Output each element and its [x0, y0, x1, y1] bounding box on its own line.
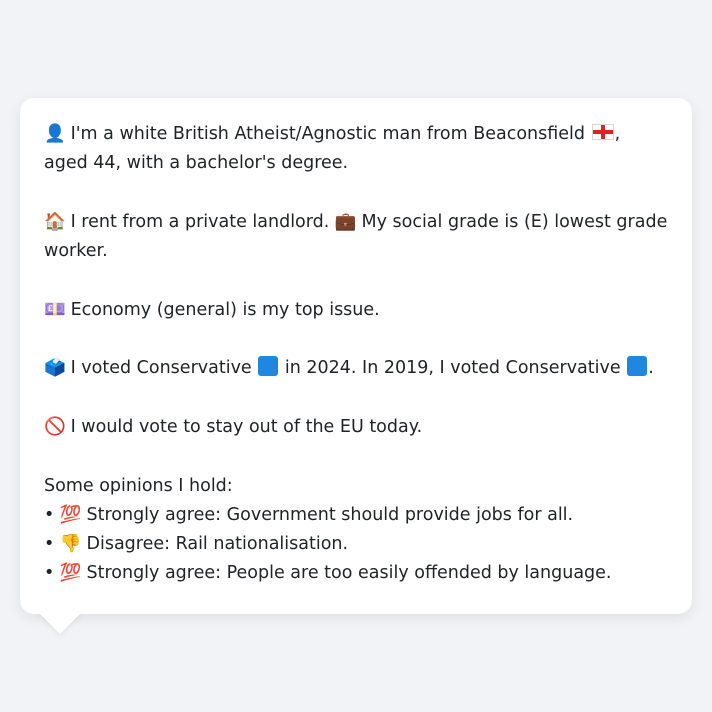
- hundred-points-icon: 💯: [59, 563, 82, 584]
- briefcase-icon: 💼: [334, 211, 357, 232]
- opinion-text: Strongly agree: People are too easily of…: [86, 563, 612, 584]
- bubble-tail: [38, 612, 82, 634]
- vote-text-2019: in 2024. In 2019, I voted Conservative: [284, 358, 621, 379]
- vote-text-2024: I voted Conservative: [70, 358, 252, 379]
- person-icon: 👤: [44, 124, 66, 144]
- opinion-text: Strongly agree: Government should provid…: [86, 504, 574, 525]
- opinions-heading: Some opinions I hold:: [44, 475, 233, 496]
- vote-line: 🗳️ I voted Conservative in 2024. In 2019…: [44, 354, 668, 383]
- bullet: •: [44, 504, 55, 525]
- house-icon: 🏠: [44, 211, 66, 232]
- opinion-text: Disagree: Rail nationalisation.: [86, 534, 349, 555]
- bullet: •: [44, 563, 55, 584]
- bullet: •: [44, 534, 55, 555]
- opinion-item: • 💯 Strongly agree: People are too easil…: [44, 559, 668, 588]
- eu-line: 🚫 I would vote to stay out of the EU tod…: [44, 413, 668, 442]
- hundred-points-icon: 💯: [59, 504, 82, 525]
- housing-text: I rent from a private landlord.: [70, 211, 330, 232]
- vote-text-end: .: [648, 358, 654, 379]
- opinion-item: • 💯 Strongly agree: Government should pr…: [44, 501, 668, 530]
- thumbs-down-icon: 👎: [59, 534, 82, 555]
- england-flag-icon: [591, 124, 614, 140]
- ballot-box-icon: 🗳️: [44, 358, 66, 379]
- opinions-list: • 💯 Strongly agree: Government should pr…: [44, 501, 668, 589]
- prohibited-icon: 🚫: [44, 416, 66, 437]
- blue-square-icon: [258, 356, 279, 377]
- opinion-item: • 👎 Disagree: Rail nationalisation.: [44, 530, 668, 559]
- message-bubble: 👤 I'm a white British Atheist/Agnostic m…: [20, 98, 692, 614]
- identity-text: I'm a white British Atheist/Agnostic man…: [70, 124, 585, 144]
- issue-line: 💷 Economy (general) is my top issue.: [44, 296, 668, 325]
- housing-line: 🏠 I rent from a private landlord. 💼 My s…: [44, 208, 668, 267]
- eu-text: I would vote to stay out of the EU today…: [70, 416, 423, 437]
- issue-text: Economy (general) is my top issue.: [70, 299, 380, 320]
- pound-banknote-icon: 💷: [44, 299, 66, 320]
- blue-square-icon: [627, 356, 648, 377]
- identity-line: 👤 I'm a white British Atheist/Agnostic m…: [44, 120, 668, 179]
